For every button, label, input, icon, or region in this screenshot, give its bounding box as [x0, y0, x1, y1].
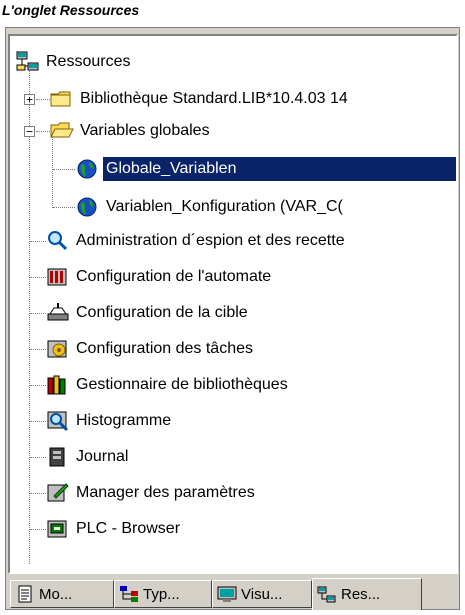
tree-label: Administration d´espion et des recette	[76, 232, 345, 249]
tree-connector	[53, 169, 75, 170]
histogram-icon	[46, 410, 70, 432]
caption-title: L'onglet Ressources	[2, 2, 140, 18]
tab-label: Res...	[341, 586, 381, 603]
tab-label: Mo...	[39, 585, 73, 603]
tree-label: Variables globales	[80, 122, 210, 139]
tree-label: Ressources	[46, 53, 131, 70]
globe-icon	[76, 196, 100, 218]
tree-connector	[53, 207, 75, 208]
library-icon	[46, 374, 70, 396]
tree-item-variablen-konfiguration[interactable]: Variablen_Konfiguration (VAR_C(	[76, 191, 346, 223]
resources-tree[interactable]: Ressources + Bibliothèque Standard.LIB*1…	[8, 34, 458, 574]
resources-icon	[317, 586, 337, 604]
tree-connector	[30, 457, 46, 458]
tree-item-histogramme[interactable]: Histogramme	[46, 405, 174, 437]
tree-label: Gestionnaire de bibliothèques	[76, 376, 288, 393]
tab-label: Typ...	[143, 585, 180, 603]
tree-connector	[36, 131, 50, 132]
document-icon	[15, 585, 35, 603]
tree-label: Variablen_Konfiguration (VAR_C(	[106, 198, 343, 215]
tree-connector	[30, 421, 46, 422]
tasks-icon	[46, 338, 70, 360]
tree-item-journal[interactable]: Journal	[46, 441, 131, 473]
tree-connector	[29, 68, 30, 564]
tree-label: Configuration de la cible	[76, 304, 248, 321]
tree-connector	[30, 493, 46, 494]
tree-item-configuration-cible[interactable]: Configuration de la cible	[46, 297, 251, 329]
tree-item-bibliotheque[interactable]: Bibliothèque Standard.LIB*10.4.03 14	[50, 83, 351, 115]
tree-connector	[36, 99, 50, 100]
magnifier-icon	[46, 230, 70, 252]
visualization-icon	[217, 585, 237, 603]
tree-item-configuration-automate[interactable]: Configuration de l'automate	[46, 261, 274, 293]
tree-connector	[30, 277, 46, 278]
tree-connector	[30, 241, 46, 242]
tree-item-globale-variablen[interactable]: Globale_Variablen	[76, 153, 456, 185]
tree-item-plc-browser[interactable]: PLC - Browser	[46, 513, 183, 545]
tree-connector	[30, 349, 46, 350]
folder-icon	[50, 88, 74, 110]
tree-connector	[30, 385, 46, 386]
tab-types[interactable]: Typ...	[114, 580, 212, 608]
journal-icon	[46, 446, 70, 468]
tree-label: Configuration des tâches	[76, 340, 253, 357]
tree-label: Histogramme	[76, 412, 172, 429]
tree-item-variables-globales[interactable]: Variables globales	[50, 115, 213, 147]
tab-visualizations[interactable]: Visu...	[212, 580, 312, 608]
tab-modules[interactable]: Mo...	[10, 580, 114, 608]
tab-resources[interactable]: Res...	[312, 578, 422, 610]
tree-label: Journal	[76, 448, 129, 465]
tree-label: PLC - Browser	[76, 520, 181, 537]
tree-connector	[30, 529, 46, 530]
tree-label: Manager des paramètres	[76, 484, 255, 501]
open-folder-icon	[50, 120, 74, 142]
plc-config-icon	[46, 266, 70, 288]
resources-icon	[16, 51, 40, 73]
tree-item-manager-parametres[interactable]: Manager des paramètres	[46, 477, 258, 509]
collapse-toggle[interactable]: −	[24, 126, 35, 137]
tab-label: Visu...	[241, 585, 283, 603]
tree-item-administration[interactable]: Administration d´espion et des recette	[46, 225, 348, 257]
tree-label: Bibliothèque Standard.LIB*10.4.03 14	[80, 90, 348, 107]
tree-item-configuration-taches[interactable]: Configuration des tâches	[46, 333, 256, 365]
tree-label: Configuration de l'automate	[76, 268, 272, 285]
target-icon	[46, 302, 70, 324]
tree-label: Globale_Variablen	[102, 156, 456, 182]
parameters-icon	[46, 482, 70, 504]
types-icon	[119, 585, 139, 603]
globe-icon	[76, 158, 100, 180]
tree-root-ressources[interactable]: Ressources	[16, 46, 133, 78]
tree-item-gestionnaire-bibliotheques[interactable]: Gestionnaire de bibliothèques	[46, 369, 291, 401]
browser-icon	[46, 518, 70, 540]
tree-connector	[30, 313, 46, 314]
tab-bar: Mo... Typ... Visu... Res...	[8, 578, 458, 610]
expand-toggle[interactable]: +	[24, 94, 35, 105]
